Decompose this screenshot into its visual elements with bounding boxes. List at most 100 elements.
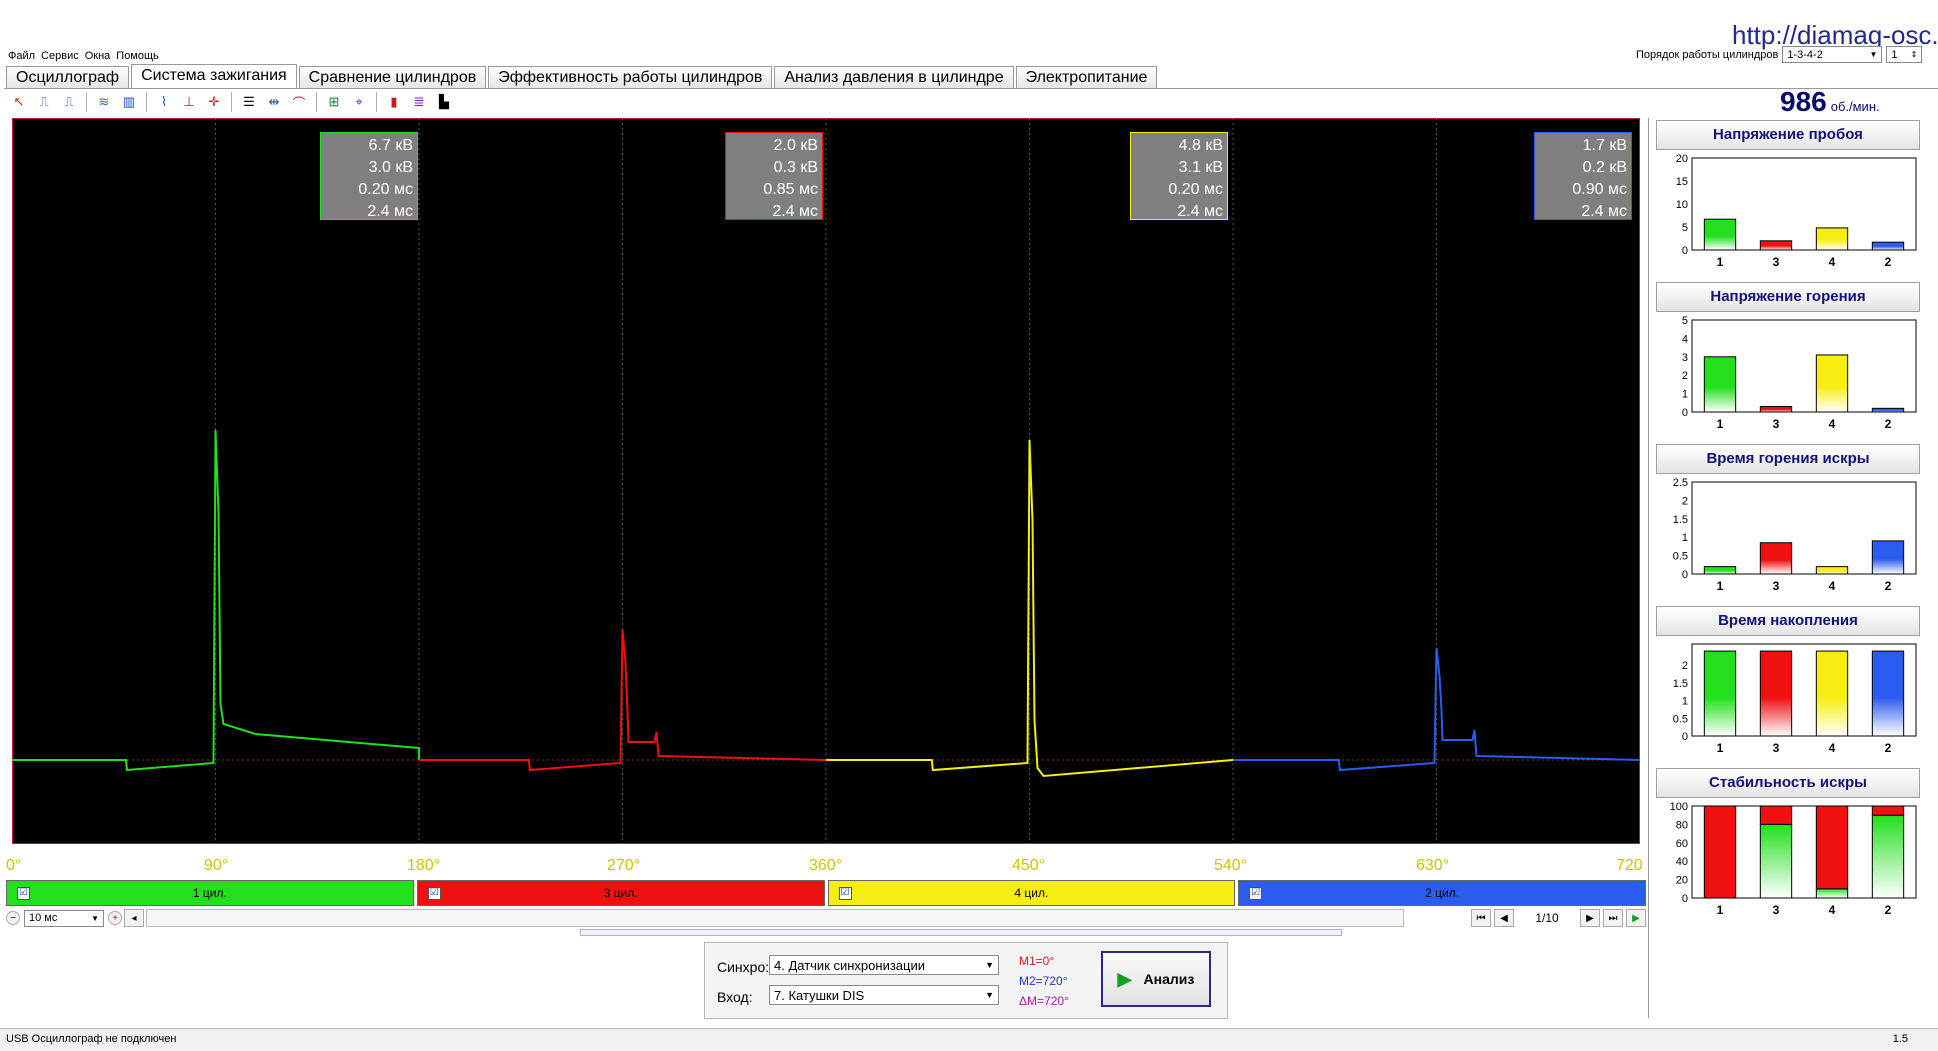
splitter-handle[interactable] bbox=[580, 929, 1342, 936]
cursor-tool-icon[interactable]: ↖ bbox=[8, 91, 30, 113]
firing-order-index-select[interactable]: 1 ⇕ bbox=[1886, 46, 1923, 63]
analyze-button[interactable]: ▶ Анализ bbox=[1101, 951, 1211, 1007]
y-tick-label: 20 bbox=[1676, 875, 1688, 887]
spike-icon[interactable]: ⊥ bbox=[178, 91, 200, 113]
tab-cylinder-efficiency[interactable]: Эффективность работы цилиндров bbox=[488, 66, 773, 88]
next-frame-icon[interactable]: ▶ bbox=[1580, 909, 1600, 927]
cyl4-burn-voltage: 3.1 кВ bbox=[1178, 159, 1223, 176]
zoom-out-icon[interactable]: − bbox=[6, 911, 20, 925]
analysis-panel: Синхро: 4. Датчик синхронизации ▼ Вход: 7… bbox=[704, 942, 1228, 1019]
menu-file[interactable]: Файл bbox=[8, 50, 35, 62]
x-tick-label: 4 bbox=[1829, 903, 1836, 917]
bar-cylinder-1 bbox=[1703, 218, 1737, 251]
first-frame-icon[interactable]: ⏮ bbox=[1471, 909, 1491, 927]
prev-frame-icon[interactable]: ◀ bbox=[1494, 909, 1514, 927]
bar-chart-icon[interactable]: ▙ bbox=[433, 91, 455, 113]
zoom-in-icon[interactable]: + bbox=[108, 911, 122, 925]
horizontal-scrollbar[interactable] bbox=[146, 909, 1404, 927]
input-value: 7. Катушки DIS bbox=[774, 987, 865, 1003]
x-tick-label: 3 bbox=[1773, 903, 1780, 917]
spark-duration-panel: Время горения искры 2.5 2 1.5 1 0.5 0 1 3 4 2 bbox=[1656, 444, 1920, 604]
bar-cylinder-3 bbox=[1759, 650, 1793, 737]
last-frame-icon[interactable]: ⏭ bbox=[1603, 909, 1623, 927]
x-tick-label: 2 bbox=[1885, 255, 1892, 269]
angle-tick: 450° bbox=[1012, 857, 1046, 874]
y-tick-label: 1 bbox=[1682, 532, 1688, 544]
legend-cylinder-3[interactable]: ☑ 3 цил. bbox=[416, 880, 825, 906]
x-tick-label: 4 bbox=[1829, 255, 1836, 269]
rpm-value: 986 bbox=[1780, 86, 1827, 117]
checkbox-icon[interactable]: ☑ bbox=[427, 887, 441, 900]
angle-tick: 360° bbox=[809, 857, 843, 874]
lines-icon[interactable]: ☰ bbox=[238, 91, 260, 113]
x-tick-label: 1 bbox=[1717, 417, 1724, 431]
y-tick-label: 40 bbox=[1676, 856, 1688, 868]
curve-icon[interactable]: ⌒ bbox=[288, 91, 310, 113]
oscilloscope-display[interactable]: 6.7 кВ 3.0 кВ 0.20 мс 2.4 мс 2.0 кВ 0.3 … bbox=[12, 118, 1640, 844]
play-icon[interactable]: ▶ bbox=[1626, 909, 1646, 927]
cyl3-burn-voltage: 0.3 кВ bbox=[773, 159, 818, 176]
firing-order-select[interactable]: 1-3-4-2 ▼ bbox=[1782, 46, 1883, 63]
filter-icon[interactable]: ≋ bbox=[93, 91, 115, 113]
input-select[interactable]: 7. Катушки DIS ▼ bbox=[769, 985, 999, 1005]
cylinder-3-params: 2.0 кВ 0.3 кВ 0.85 мс 2.4 мс bbox=[725, 132, 823, 220]
bar-cylinder-2 bbox=[1871, 540, 1905, 575]
menu-help[interactable]: Помощь bbox=[116, 50, 159, 62]
x-tick-label: 1 bbox=[1717, 579, 1724, 593]
pulse-icon[interactable]: ⌇ bbox=[153, 91, 175, 113]
legend-cylinder-2[interactable]: ☑ 2 цил. bbox=[1238, 880, 1646, 906]
chart-icon[interactable]: ▮ bbox=[383, 91, 405, 113]
y-tick-label: 1 bbox=[1682, 389, 1688, 401]
checkbox-icon[interactable]: ☑ bbox=[838, 887, 852, 900]
angle-tick: 270° bbox=[607, 857, 641, 874]
burn-voltage-panel: Напряжение горения 5 4 3 2 1 0 1 3 4 2 bbox=[1656, 282, 1920, 442]
counter-icon[interactable]: ▥ bbox=[118, 91, 140, 113]
scroll-left-icon[interactable]: ◂ bbox=[124, 909, 144, 927]
legend-cylinder-1[interactable]: ☑ 1 цил. bbox=[6, 880, 414, 906]
tab-ignition-system[interactable]: Система зажигания bbox=[131, 64, 297, 88]
tab-power-supply[interactable]: Электропитание bbox=[1015, 66, 1158, 88]
y-tick-label: 2.5 bbox=[1673, 477, 1688, 489]
angle-tick: 720 bbox=[1616, 857, 1643, 874]
x-tick-label: 1 bbox=[1717, 255, 1724, 269]
waveform-grid-icon[interactable]: ⊞ bbox=[323, 91, 345, 113]
toolbar-separator bbox=[316, 92, 317, 112]
cylinder-1-params: 6.7 кВ 3.0 кВ 0.20 мс 2.4 мс bbox=[320, 132, 418, 220]
cylinder-2-params: 1.7 кВ 0.2 кВ 0.90 мс 2.4 мс bbox=[1534, 132, 1632, 220]
spectrum-icon[interactable]: ≣ bbox=[408, 91, 430, 113]
cyl3-burn-time: 0.85 мс bbox=[763, 181, 818, 198]
tab-cylinder-comparison[interactable]: Сравнение цилиндров bbox=[298, 66, 487, 88]
cyl3-breakdown-voltage: 2.0 кВ bbox=[773, 137, 818, 154]
angle-tick: 0° bbox=[6, 857, 22, 874]
bar-cylinder-2 bbox=[1871, 650, 1905, 737]
timebase-select[interactable]: 10 мс ▼ bbox=[24, 909, 104, 927]
bar-cylinder-1 bbox=[1703, 356, 1737, 413]
menu-windows[interactable]: Окна bbox=[85, 50, 111, 62]
firing-order-label: Порядок работы цилиндров bbox=[1636, 48, 1779, 61]
x-tick-label: 3 bbox=[1773, 741, 1780, 755]
waveform-marker-icon[interactable]: ⌖ bbox=[348, 91, 370, 113]
rising-edge-icon[interactable]: ⎍ bbox=[33, 91, 55, 113]
tab-cylinder-pressure[interactable]: Анализ давления в цилиндре bbox=[774, 66, 1014, 88]
x-tick-label: 2 bbox=[1885, 903, 1892, 917]
sync-select[interactable]: 4. Датчик синхронизации ▼ bbox=[769, 955, 999, 975]
menu-service[interactable]: Сервис bbox=[41, 50, 79, 62]
tab-divider bbox=[4, 88, 1938, 89]
marker-info: M1=0° M2=720° ΔM=720° bbox=[1019, 951, 1069, 1011]
y-tick-label: 5 bbox=[1682, 222, 1688, 234]
checkbox-icon[interactable]: ☑ bbox=[1249, 887, 1263, 900]
bar-cylinder-3 bbox=[1759, 240, 1793, 251]
cyl1-dwell-time: 2.4 мс bbox=[367, 203, 413, 220]
panel-title: Стабильность искры bbox=[1656, 768, 1920, 798]
falling-edge-icon[interactable]: ⎍ bbox=[58, 91, 80, 113]
tab-oscilloscope[interactable]: Осциллограф bbox=[6, 66, 130, 88]
sync-label: Синхро: bbox=[717, 959, 770, 975]
breakdown-voltage-panel: Напряжение пробоя 20 15 10 5 0 1 3 4 2 bbox=[1656, 120, 1920, 280]
y-tick-label: 0.5 bbox=[1673, 551, 1688, 563]
bar-chart-svg: 20 15 10 5 0 1 3 4 2 bbox=[1676, 153, 1917, 269]
cyl2-burn-time: 0.90 мс bbox=[1572, 181, 1627, 198]
checkbox-icon[interactable]: ☑ bbox=[17, 887, 30, 900]
legend-cylinder-4[interactable]: ☑ 4 цил. bbox=[827, 880, 1236, 906]
trigger-icon[interactable]: ✛ bbox=[203, 91, 225, 113]
marker-range-icon[interactable]: ⇹ bbox=[263, 91, 285, 113]
